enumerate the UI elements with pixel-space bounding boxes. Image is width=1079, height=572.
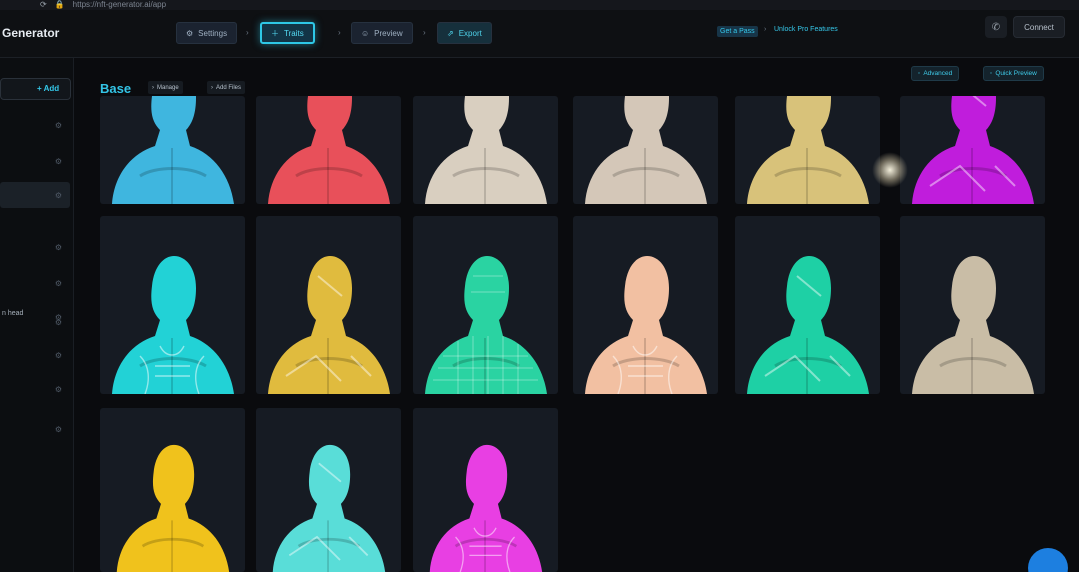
- trait-card[interactable]: [573, 96, 718, 204]
- trait-card[interactable]: [256, 216, 401, 394]
- section-title: Base: [100, 81, 132, 96]
- chat-fab-button[interactable]: [1028, 548, 1068, 572]
- trait-image: [912, 96, 1034, 204]
- trait-image: [116, 444, 230, 572]
- refresh-icon[interactable]: ⟳: [40, 0, 47, 10]
- sidebar-layer-item-selected[interactable]: ⚙: [0, 182, 70, 208]
- phone-icon[interactable]: ✆: [985, 16, 1007, 38]
- chevron-right-icon: ›: [423, 28, 426, 37]
- gear-icon[interactable]: ⚙: [55, 385, 62, 394]
- trait-image: [425, 256, 547, 394]
- trait-image: [747, 96, 869, 204]
- sidebar-layer-item[interactable]: ⚙: [0, 234, 70, 260]
- trait-image: [429, 444, 543, 572]
- trait-card[interactable]: [100, 408, 245, 572]
- gear-icon[interactable]: ⚙: [55, 279, 62, 288]
- trait-image: [425, 96, 547, 204]
- gear-icon[interactable]: ⚙: [55, 157, 62, 166]
- lock-icon: 🔒: [54, 0, 65, 9]
- trait-card[interactable]: [900, 216, 1045, 394]
- sidebar-layer-item[interactable]: ⚙: [0, 148, 70, 174]
- trait-image: [585, 256, 707, 394]
- trait-image: [585, 96, 707, 204]
- gear-icon[interactable]: ⚙: [55, 121, 62, 130]
- trait-card[interactable]: [735, 216, 880, 394]
- add-layer-button[interactable]: + Add: [37, 84, 59, 93]
- trait-card[interactable]: [256, 408, 401, 572]
- step-preview[interactable]: ☺ Preview: [351, 22, 413, 44]
- url-text[interactable]: https://nft-generator.ai/app: [73, 0, 166, 10]
- gear-icon[interactable]: ⚙: [55, 318, 62, 327]
- trait-card[interactable]: [735, 96, 880, 204]
- person-icon: ☺: [361, 28, 370, 38]
- trait-card[interactable]: [573, 216, 718, 394]
- trait-card[interactable]: [413, 96, 558, 204]
- step-settings[interactable]: ⚙ Settings: [176, 22, 238, 44]
- trait-image: [747, 256, 869, 394]
- app-header: Generator ⚙ Settings › ＋ Traits › ☺ Prev…: [0, 10, 1079, 58]
- quick-preview-button[interactable]: ◦ Quick Preview: [983, 66, 1044, 81]
- chevron-right-icon: ›: [764, 26, 767, 33]
- step-label: Settings: [198, 28, 228, 38]
- step-label: Traits: [284, 28, 304, 38]
- sidebar-layer-item[interactable]: ⚙: [0, 416, 70, 442]
- connect-button[interactable]: Connect: [1013, 16, 1065, 38]
- sidebar-layer-item-head[interactable]: n head ⚙: [0, 304, 70, 330]
- trait-image: [112, 96, 234, 204]
- export-icon: ⇗: [447, 28, 454, 38]
- trait-card[interactable]: [256, 96, 401, 204]
- eye-icon: ◦: [990, 70, 993, 77]
- add-files-button[interactable]: › Add Files: [207, 81, 246, 94]
- trait-image: [268, 96, 390, 204]
- step-traits[interactable]: ＋ Traits: [260, 22, 315, 44]
- trait-image: [272, 444, 386, 572]
- chevron-right-icon: ›: [338, 28, 341, 37]
- gear-icon[interactable]: ⚙: [55, 243, 62, 252]
- trait-card[interactable]: [100, 216, 245, 394]
- trait-card[interactable]: [413, 408, 558, 572]
- trait-card[interactable]: [900, 96, 1045, 204]
- layers-sidebar: + Add ⚙ ⚙ ⚙ ⚙ ⚙ ⚙ n head ⚙ ⚙ ⚙ ⚙: [0, 58, 74, 572]
- chevron-right-icon: ›: [152, 84, 154, 91]
- chevron-right-icon: ›: [211, 84, 213, 91]
- sidebar-layer-item[interactable]: ⚙: [0, 112, 70, 138]
- new-layer-input[interactable]: [0, 78, 71, 100]
- step-export[interactable]: ⇗ Export: [437, 22, 492, 44]
- sidebar-layer-item[interactable]: ⚙: [0, 376, 70, 402]
- gear-icon: ⚙: [186, 28, 194, 38]
- manage-button[interactable]: › Manage: [148, 81, 183, 94]
- gear-icon[interactable]: ⚙: [55, 425, 62, 434]
- gear-icon[interactable]: ⚙: [55, 351, 62, 360]
- browser-url-bar[interactable]: ⟳ 🔒 https://nft-generator.ai/app: [0, 0, 1079, 10]
- screen-glare: [872, 152, 908, 188]
- step-label: Preview: [374, 28, 403, 38]
- toggle-icon: ◦: [918, 70, 921, 77]
- trait-image: [268, 256, 390, 394]
- plus-icon: ＋: [271, 28, 279, 38]
- trait-card[interactable]: [413, 216, 558, 394]
- sidebar-layer-item[interactable]: ⚙: [0, 342, 70, 368]
- unlock-pro-link[interactable]: Unlock Pro Features: [774, 26, 838, 33]
- sidebar-layer-item[interactable]: ⚙: [0, 270, 70, 296]
- step-label: Export: [458, 28, 482, 38]
- advanced-button[interactable]: ◦ Advanced: [911, 66, 960, 81]
- chevron-right-icon: ›: [246, 28, 249, 37]
- gear-icon[interactable]: ⚙: [55, 191, 62, 200]
- app-brand: Generator: [2, 26, 60, 40]
- trait-card[interactable]: [100, 96, 245, 204]
- get-pass-link[interactable]: Get a Pass: [717, 26, 758, 37]
- trait-image: [912, 256, 1034, 394]
- trait-image: [112, 256, 234, 394]
